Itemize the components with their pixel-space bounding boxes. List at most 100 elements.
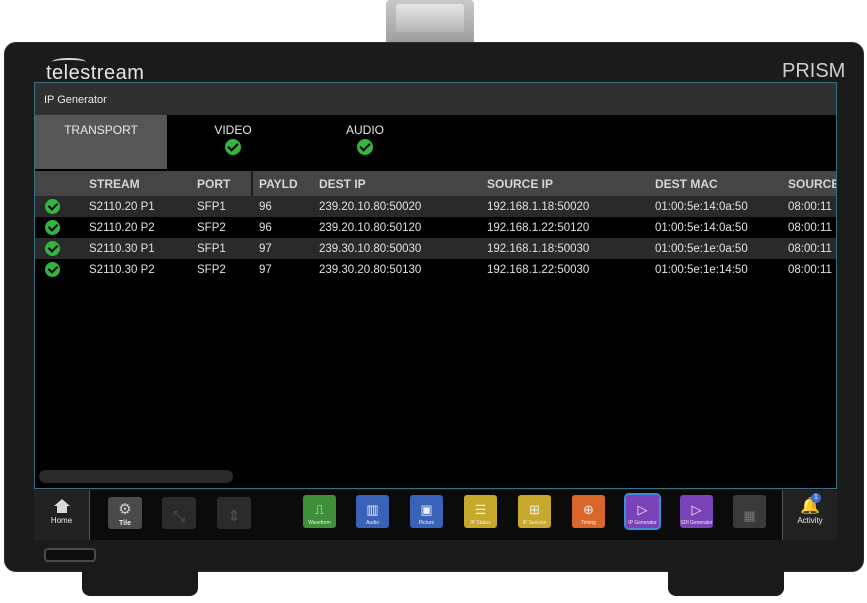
check-circle-icon (225, 139, 241, 155)
vertical-arrows-icon: ⇕ (227, 508, 241, 525)
table-row[interactable]: S2110.20 P2 SFP2 96 239.20.10.80:50120 1… (35, 217, 836, 238)
ip-session-button[interactable]: ⊞ IP Session (518, 495, 551, 528)
picture-icon: ▣ (420, 502, 433, 517)
home-icon (53, 499, 70, 513)
cell-stream: S2110.20 P2 (89, 221, 155, 234)
tab-audio[interactable]: AUDIO (299, 115, 431, 169)
app-grid-button[interactable]: ▦ (733, 495, 766, 528)
cell-dest-mac: 01:00:5e:14:0a:50 (655, 221, 748, 234)
column-header-dest-ip[interactable]: DEST IP (319, 171, 366, 196)
cell-dest-ip: 239.20.10.80:50120 (319, 221, 422, 234)
cell-source-ip: 192.168.1.18:50030 (487, 242, 590, 255)
horizontal-scrollbar[interactable] (39, 470, 233, 483)
table-header: STREAM PORT PAYLD DEST IP SOURCE IP DEST… (35, 171, 836, 196)
cell-dest-ip: 239.20.10.80:50020 (319, 200, 422, 213)
column-header-source-ip[interactable]: SOURCE IP (487, 171, 553, 196)
device-handle (386, 0, 474, 44)
tile-button[interactable]: ⚙ Tile (108, 497, 142, 529)
activity-button[interactable]: 🔔 1 Activity (782, 490, 837, 540)
cell-stream: S2110.30 P1 (89, 242, 155, 255)
cell-dest-mac: 01:00:5e:1e:0a:50 (655, 242, 748, 255)
home-button[interactable]: Home (34, 490, 90, 540)
stream-table: STREAM PORT PAYLD DEST IP SOURCE IP DEST… (35, 171, 836, 280)
audio-button[interactable]: ▥ Audio (356, 495, 389, 528)
column-header-port[interactable]: PORT (197, 171, 230, 196)
cell-port: SFP2 (197, 221, 226, 234)
picture-button[interactable]: ▣ Picture (410, 495, 443, 528)
check-circle-icon (45, 241, 60, 256)
table-row[interactable]: S2110.30 P2 SFP2 97 239.30.20.80:50130 1… (35, 259, 836, 280)
column-header-source[interactable]: SOURCE (788, 171, 836, 196)
ip-generator-button[interactable]: ▷ IP Generator (624, 493, 661, 530)
grid-icon: ▦ (743, 508, 756, 523)
move-button[interactable]: ⇕ (217, 497, 251, 529)
column-header-stream[interactable]: STREAM (89, 171, 140, 196)
cell-dest-mac: 01:00:5e:14:0a:50 (655, 200, 748, 213)
tab-transport[interactable]: TRANSPORT (35, 115, 167, 169)
cell-stream: S2110.20 P1 (89, 200, 155, 213)
device-handle-grip (396, 4, 464, 32)
table-row[interactable]: S2110.20 P1 SFP1 96 239.20.10.80:50020 1… (35, 196, 836, 217)
ip-session-icon: ⊞ (529, 502, 540, 517)
check-circle-icon (45, 220, 60, 235)
sdi-generator-label: SDI Generator (680, 520, 713, 526)
cell-payld: 97 (259, 263, 272, 276)
ip-generator-icon: ▷ (637, 502, 648, 517)
ip-generator-label: IP Generator (628, 520, 657, 526)
usb-port (44, 548, 96, 562)
cell-source-ip: 192.168.1.18:50020 (487, 200, 590, 213)
cell-source: 08:00:11 (788, 221, 832, 234)
column-header-dest-mac[interactable]: DEST MAC (655, 171, 718, 196)
ip-status-button[interactable]: ☰ IP Status (464, 495, 497, 528)
collapse-arrows-icon: ⤡ (172, 508, 185, 525)
cell-source-ip: 192.168.1.22:50120 (487, 221, 590, 234)
home-label: Home (50, 516, 73, 525)
ip-status-label: IP Status (470, 520, 491, 526)
tab-transport-label: TRANSPORT (64, 123, 138, 137)
cell-source: 08:00:11 (788, 242, 832, 255)
cell-port: SFP2 (197, 263, 226, 276)
cell-payld: 96 (259, 221, 272, 234)
gear-icon: ⚙ (118, 501, 132, 518)
sdi-generator-icon: ▷ (691, 502, 702, 517)
timing-label: Timing (581, 520, 596, 526)
check-circle-icon (45, 199, 60, 214)
cell-source: 08:00:11 (788, 263, 832, 276)
timing-crosshair-icon: ⊕ (583, 502, 594, 517)
notification-badge: 1 (811, 493, 821, 503)
cell-dest-mac: 01:00:5e:1e:14:50 (655, 263, 748, 276)
bell-icon: 🔔 (800, 498, 820, 515)
sdi-generator-button[interactable]: ▷ SDI Generator (680, 495, 713, 528)
cell-source: 08:00:11 (788, 200, 832, 213)
cell-stream: S2110.30 P2 (89, 263, 155, 276)
table-row[interactable]: S2110.30 P1 SFP1 97 239.30.10.80:50030 1… (35, 238, 836, 259)
device-foot-left (82, 570, 198, 596)
device-foot-right (668, 570, 784, 596)
audio-label: Audio (366, 520, 379, 526)
window-title: IP Generator (35, 83, 836, 115)
screen: IP Generator TRANSPORT VIDEO AUDIO STREA… (34, 82, 837, 489)
tab-audio-label: AUDIO (345, 123, 384, 137)
column-header-payld[interactable]: PAYLD (259, 171, 298, 196)
waveform-icon: ⎍ (314, 502, 325, 517)
check-circle-icon (357, 139, 373, 155)
ip-session-label: IP Session (522, 520, 547, 526)
activity-label: Activity (797, 516, 823, 525)
waveform-label: Waveform (308, 520, 331, 526)
model-name: PRISM (782, 60, 846, 82)
audio-bars-icon: ▥ (366, 502, 379, 517)
collapse-button[interactable]: ⤡ (162, 497, 196, 529)
cell-port: SFP1 (197, 200, 226, 213)
ip-status-icon: ☰ (474, 502, 487, 517)
cell-payld: 97 (259, 242, 272, 255)
waveform-button[interactable]: ⎍ Waveform (303, 495, 336, 528)
tab-video[interactable]: VIDEO (167, 115, 299, 169)
bottom-toolbar: Home ⚙ Tile ⤡ ⇕ ⎍ Waveform ▥ Audio ▣ Pic… (34, 490, 837, 540)
picture-label: Picture (418, 520, 435, 526)
timing-button[interactable]: ⊕ Timing (572, 495, 605, 528)
header-divider (251, 171, 253, 196)
tile-label: Tile (119, 520, 131, 527)
cell-dest-ip: 239.30.10.80:50030 (319, 242, 422, 255)
cell-payld: 96 (259, 200, 272, 213)
cell-source-ip: 192.168.1.22:50030 (487, 263, 590, 276)
